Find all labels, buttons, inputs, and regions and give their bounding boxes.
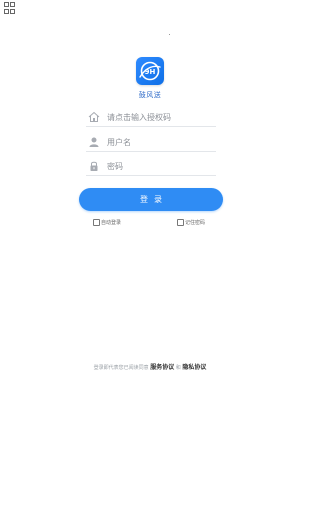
- scan-icon-cell: [10, 2, 15, 7]
- remember-password-checkbox[interactable]: 记住密码: [177, 219, 205, 226]
- user-icon: [88, 136, 100, 148]
- scan-icon-cell: [4, 9, 9, 14]
- app-logo-icon: 9H: [139, 61, 161, 81]
- auth-code-input[interactable]: [107, 112, 212, 122]
- app-logo: 9H: [136, 57, 164, 85]
- scan-icon-cell: [4, 2, 9, 7]
- auth-code-field[interactable]: [86, 108, 216, 127]
- remember-password-label: 记住密码: [185, 220, 206, 226]
- checkbox-box[interactable]: [93, 219, 100, 226]
- scan-icon[interactable]: [4, 2, 15, 14]
- username-input[interactable]: [107, 137, 212, 147]
- login-button[interactable]: 登录: [79, 188, 223, 211]
- auto-login-checkbox[interactable]: 自动登录: [93, 219, 121, 226]
- lock-icon: [88, 160, 100, 172]
- password-field[interactable]: [86, 157, 216, 176]
- scan-icon-cell: [10, 9, 15, 14]
- status-dot: [169, 34, 170, 35]
- auto-login-label: 自动登录: [101, 220, 122, 226]
- password-input[interactable]: [107, 161, 212, 171]
- privacy-policy-link[interactable]: 隐私协议: [182, 364, 206, 371]
- logo-text: 9H: [145, 68, 156, 76]
- service-agreement-link[interactable]: 服务协议: [150, 364, 174, 371]
- home-icon: [88, 111, 100, 123]
- username-field[interactable]: [86, 133, 216, 152]
- app-name: 鼓风送: [138, 91, 162, 99]
- agreement-prefix: 登录即代表您已阅读同意: [93, 365, 149, 371]
- checkbox-box[interactable]: [177, 219, 184, 226]
- agreement-text: 登录即代表您已阅读同意 服务协议 和 隐私协议: [0, 362, 300, 371]
- agreement-separator: 和: [175, 365, 181, 371]
